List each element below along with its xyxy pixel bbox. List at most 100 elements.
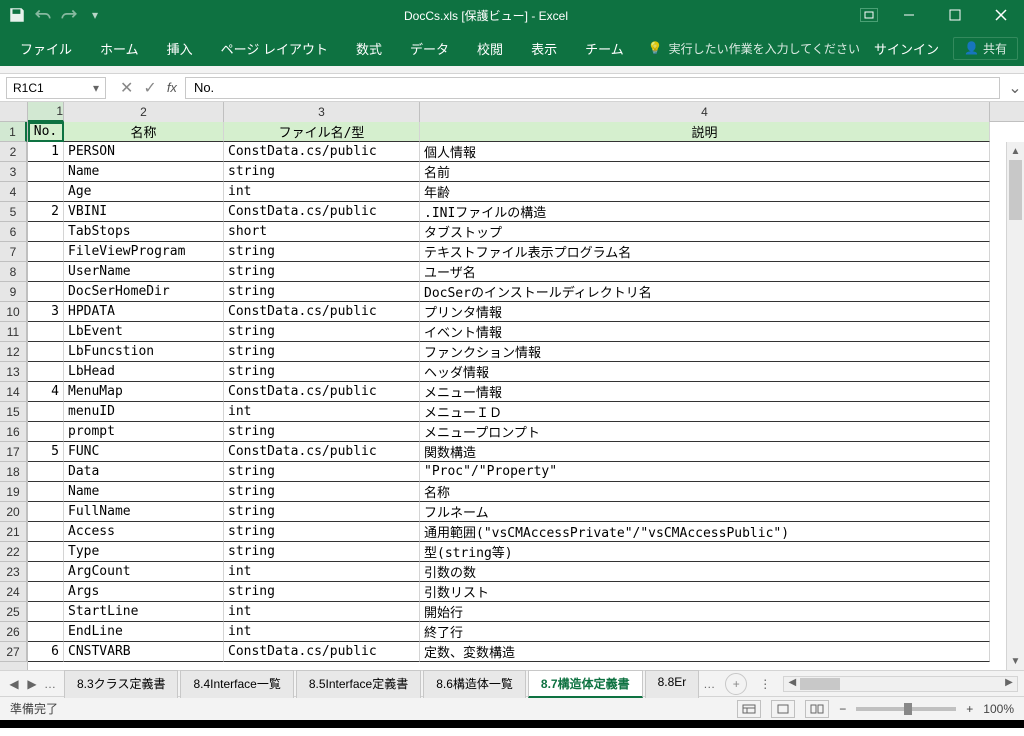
maximize-button[interactable] [932, 0, 978, 30]
row-header[interactable]: 18 [0, 462, 27, 482]
cell[interactable] [28, 602, 64, 622]
zoom-slider[interactable] [856, 707, 956, 711]
cells-area[interactable]: No.名称ファイル名/型説明1PERSONConstData.cs/public… [28, 122, 990, 670]
cell[interactable] [28, 422, 64, 442]
cell[interactable]: ArgCount [64, 562, 224, 582]
close-button[interactable] [978, 0, 1024, 30]
cell[interactable]: ConstData.cs/public [224, 302, 420, 322]
cell[interactable]: 通用範囲("vsCMAccessPrivate"/"vsCMAccessPubl… [420, 522, 990, 542]
row-header[interactable]: 10 [0, 302, 27, 322]
sheet-tab[interactable]: 8.6構造体一覧 [423, 670, 526, 698]
cell[interactable]: string [224, 542, 420, 562]
cell[interactable]: LbEvent [64, 322, 224, 342]
column-header[interactable]: 2 [64, 102, 224, 122]
cell[interactable]: ConstData.cs/public [224, 142, 420, 162]
cell[interactable]: タブストップ [420, 222, 990, 242]
row-header[interactable]: 14 [0, 382, 27, 402]
ribbon-display-icon[interactable] [860, 8, 878, 22]
cell[interactable]: .INIファイルの構造 [420, 202, 990, 222]
row-header[interactable]: 26 [0, 622, 27, 642]
cell[interactable]: int [224, 602, 420, 622]
cell[interactable]: prompt [64, 422, 224, 442]
scroll-thumb[interactable] [1009, 160, 1022, 220]
row-header[interactable]: 4 [0, 182, 27, 202]
cell[interactable]: Name [64, 162, 224, 182]
row-header[interactable]: 13 [0, 362, 27, 382]
cell[interactable]: 名前 [420, 162, 990, 182]
cell[interactable]: string [224, 282, 420, 302]
ribbon-tab[interactable]: ファイル [6, 30, 86, 66]
vertical-scrollbar[interactable]: ▲ ▼ [1006, 142, 1024, 670]
cell[interactable]: string [224, 522, 420, 542]
header-cell[interactable]: 名称 [64, 122, 224, 142]
cell[interactable]: UserName [64, 262, 224, 282]
cell[interactable]: Args [64, 582, 224, 602]
ribbon-tab[interactable]: ページ レイアウト [207, 30, 342, 66]
column-header[interactable]: 3 [224, 102, 420, 122]
cell[interactable]: イベント情報 [420, 322, 990, 342]
cell[interactable]: string [224, 342, 420, 362]
cell[interactable]: string [224, 362, 420, 382]
cell[interactable]: 2 [28, 202, 64, 222]
cell[interactable]: PERSON [64, 142, 224, 162]
qat-dropdown-icon[interactable]: ▾ [86, 6, 104, 24]
cell[interactable]: LbHead [64, 362, 224, 382]
cell[interactable]: 名称 [420, 482, 990, 502]
cell[interactable]: DocSerHomeDir [64, 282, 224, 302]
cell[interactable]: メニュー情報 [420, 382, 990, 402]
cell[interactable] [28, 362, 64, 382]
cell[interactable]: menuID [64, 402, 224, 422]
cell[interactable]: LbFuncstion [64, 342, 224, 362]
save-icon[interactable] [8, 6, 26, 24]
sheet-tab[interactable]: 8.5Interface定義書 [296, 670, 421, 698]
cell[interactable]: 4 [28, 382, 64, 402]
cell[interactable]: string [224, 502, 420, 522]
scroll-down-icon[interactable]: ▼ [1007, 652, 1024, 670]
cell[interactable]: string [224, 162, 420, 182]
cell[interactable]: 5 [28, 442, 64, 462]
ribbon-tab[interactable]: ホーム [86, 30, 153, 66]
ribbon-tab[interactable]: チーム [571, 30, 638, 66]
enter-icon[interactable]: ✓ [143, 78, 156, 98]
cell[interactable] [28, 522, 64, 542]
header-cell[interactable]: No. [28, 122, 64, 142]
row-header[interactable]: 5 [0, 202, 27, 222]
zoom-in-button[interactable]: + [966, 702, 973, 716]
spreadsheet-grid[interactable]: 1234567891011121314151617181920212223242… [0, 122, 1024, 670]
cell[interactable]: EndLine [64, 622, 224, 642]
cell[interactable]: Name [64, 482, 224, 502]
cell[interactable]: string [224, 242, 420, 262]
cell[interactable] [28, 482, 64, 502]
scroll-left-icon[interactable]: ◀ [784, 677, 800, 691]
cell[interactable] [28, 402, 64, 422]
row-header[interactable]: 19 [0, 482, 27, 502]
cell[interactable]: FUNC [64, 442, 224, 462]
header-cell[interactable]: ファイル名/型 [224, 122, 420, 142]
row-header[interactable]: 1 [0, 122, 27, 142]
cell[interactable]: StartLine [64, 602, 224, 622]
cell[interactable]: int [224, 622, 420, 642]
cell[interactable]: CNSTVARB [64, 642, 224, 662]
page-layout-view-icon[interactable] [771, 700, 795, 718]
cell[interactable]: 型(string等) [420, 542, 990, 562]
hscroll-thumb[interactable] [800, 678, 840, 690]
cell[interactable]: FileViewProgram [64, 242, 224, 262]
row-header[interactable]: 17 [0, 442, 27, 462]
cell[interactable]: string [224, 462, 420, 482]
cell[interactable]: VBINI [64, 202, 224, 222]
cell[interactable]: 個人情報 [420, 142, 990, 162]
cell[interactable]: short [224, 222, 420, 242]
cell[interactable] [28, 582, 64, 602]
cell[interactable]: HPDATA [64, 302, 224, 322]
cell[interactable] [28, 322, 64, 342]
row-header[interactable]: 25 [0, 602, 27, 622]
cell[interactable]: Data [64, 462, 224, 482]
cell[interactable]: フルネーム [420, 502, 990, 522]
formula-input[interactable]: No. [185, 77, 1000, 99]
tab-options-icon[interactable]: ⋮ [753, 677, 777, 691]
tab-nav-prev-icon[interactable]: ◀ [6, 677, 22, 691]
cell[interactable]: int [224, 562, 420, 582]
cell[interactable] [28, 282, 64, 302]
row-header[interactable]: 8 [0, 262, 27, 282]
scroll-right-icon[interactable]: ▶ [1001, 677, 1017, 691]
